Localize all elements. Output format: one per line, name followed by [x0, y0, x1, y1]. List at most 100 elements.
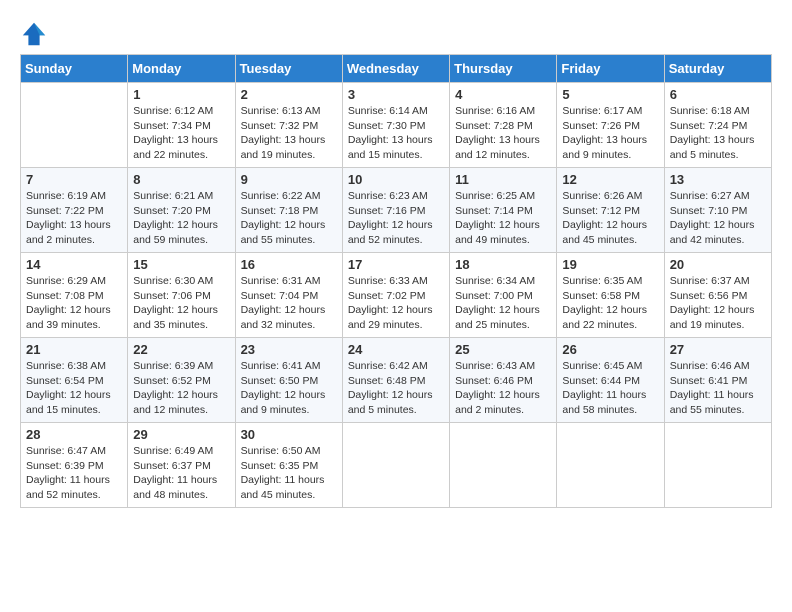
day-number: 10: [348, 172, 444, 187]
day-number: 22: [133, 342, 229, 357]
day-number: 27: [670, 342, 766, 357]
calendar-cell: 1 Sunrise: 6:12 AMSunset: 7:34 PMDaylight…: [128, 83, 235, 168]
day-info: Sunrise: 6:42 AMSunset: 6:48 PMDaylight:…: [348, 359, 444, 418]
day-info: Sunrise: 6:30 AMSunset: 7:06 PMDaylight:…: [133, 274, 229, 333]
header-monday: Monday: [128, 55, 235, 83]
day-number: 1: [133, 87, 229, 102]
calendar-cell: 28 Sunrise: 6:47 AMSunset: 6:39 PMDayligh…: [21, 423, 128, 508]
day-number: 7: [26, 172, 122, 187]
day-number: 24: [348, 342, 444, 357]
day-info: Sunrise: 6:46 AMSunset: 6:41 PMDaylight:…: [670, 359, 766, 418]
header-saturday: Saturday: [664, 55, 771, 83]
calendar-cell: 8Sunrise: 6:21 AMSunset: 7:20 PMDaylight…: [128, 168, 235, 253]
calendar-cell: 20 Sunrise: 6:37 AMSunset: 6:56 PMDayligh…: [664, 253, 771, 338]
day-number: 3: [348, 87, 444, 102]
calendar-cell: 23 Sunrise: 6:41 AMSunset: 6:50 PMDayligh…: [235, 338, 342, 423]
calendar-cell: 24 Sunrise: 6:42 AMSunset: 6:48 PMDayligh…: [342, 338, 449, 423]
day-number: 18: [455, 257, 551, 272]
week-row-1: 7 Sunrise: 6:19 AMSunset: 7:22 PMDaylight…: [21, 168, 772, 253]
day-number: 12: [562, 172, 658, 187]
day-number: 11: [455, 172, 551, 187]
calendar-cell: [664, 423, 771, 508]
calendar-cell: 3 Sunrise: 6:14 AMSunset: 7:30 PMDaylight…: [342, 83, 449, 168]
calendar-cell: 26Sunrise: 6:45 AMSunset: 6:44 PMDayligh…: [557, 338, 664, 423]
day-number: 13: [670, 172, 766, 187]
day-info: Sunrise: 6:43 AMSunset: 6:46 PMDaylight:…: [455, 359, 551, 418]
day-number: 9: [241, 172, 337, 187]
day-number: 29: [133, 427, 229, 442]
header-tuesday: Tuesday: [235, 55, 342, 83]
calendar-cell: [450, 423, 557, 508]
day-number: 23: [241, 342, 337, 357]
day-info: Sunrise: 6:26 AMSunset: 7:12 PMDaylight:…: [562, 189, 658, 248]
day-info: Sunrise: 6:16 AMSunset: 7:28 PMDaylight:…: [455, 104, 551, 163]
day-info: Sunrise: 6:23 AMSunset: 7:16 PMDaylight:…: [348, 189, 444, 248]
logo: [20, 20, 52, 48]
calendar-cell: 5Sunrise: 6:17 AMSunset: 7:26 PMDaylight…: [557, 83, 664, 168]
day-number: 14: [26, 257, 122, 272]
logo-icon: [20, 20, 48, 48]
calendar-cell: 18 Sunrise: 6:34 AMSunset: 7:00 PMDayligh…: [450, 253, 557, 338]
calendar-cell: 21Sunrise: 6:38 AMSunset: 6:54 PMDayligh…: [21, 338, 128, 423]
day-info: Sunrise: 6:12 AMSunset: 7:34 PMDaylight:…: [133, 104, 229, 163]
day-info: Sunrise: 6:41 AMSunset: 6:50 PMDaylight:…: [241, 359, 337, 418]
day-number: 2: [241, 87, 337, 102]
calendar-cell: 25Sunrise: 6:43 AMSunset: 6:46 PMDayligh…: [450, 338, 557, 423]
day-number: 30: [241, 427, 337, 442]
day-number: 6: [670, 87, 766, 102]
calendar-cell: 2 Sunrise: 6:13 AMSunset: 7:32 PMDaylight…: [235, 83, 342, 168]
day-info: Sunrise: 6:33 AMSunset: 7:02 PMDaylight:…: [348, 274, 444, 333]
day-number: 17: [348, 257, 444, 272]
day-info: Sunrise: 6:14 AMSunset: 7:30 PMDaylight:…: [348, 104, 444, 163]
calendar-body: 1 Sunrise: 6:12 AMSunset: 7:34 PMDaylight…: [21, 83, 772, 508]
day-info: Sunrise: 6:39 AMSunset: 6:52 PMDaylight:…: [133, 359, 229, 418]
calendar-cell: 11 Sunrise: 6:25 AMSunset: 7:14 PMDayligh…: [450, 168, 557, 253]
day-info: Sunrise: 6:37 AMSunset: 6:56 PMDaylight:…: [670, 274, 766, 333]
calendar-cell: 4 Sunrise: 6:16 AMSunset: 7:28 PMDaylight…: [450, 83, 557, 168]
day-number: 16: [241, 257, 337, 272]
calendar-header: SundayMondayTuesdayWednesdayThursdayFrid…: [21, 55, 772, 83]
calendar-cell: 10 Sunrise: 6:23 AMSunset: 7:16 PMDayligh…: [342, 168, 449, 253]
calendar-cell: [342, 423, 449, 508]
day-info: Sunrise: 6:18 AMSunset: 7:24 PMDaylight:…: [670, 104, 766, 163]
day-info: Sunrise: 6:49 AMSunset: 6:37 PMDaylight:…: [133, 444, 229, 503]
week-row-2: 14 Sunrise: 6:29 AMSunset: 7:08 PMDayligh…: [21, 253, 772, 338]
calendar-cell: 6 Sunrise: 6:18 AMSunset: 7:24 PMDaylight…: [664, 83, 771, 168]
day-info: Sunrise: 6:31 AMSunset: 7:04 PMDaylight:…: [241, 274, 337, 333]
calendar-cell: 13 Sunrise: 6:27 AMSunset: 7:10 PMDayligh…: [664, 168, 771, 253]
page-header: [20, 20, 772, 48]
calendar-cell: 12 Sunrise: 6:26 AMSunset: 7:12 PMDayligh…: [557, 168, 664, 253]
day-info: Sunrise: 6:25 AMSunset: 7:14 PMDaylight:…: [455, 189, 551, 248]
calendar-cell: 16 Sunrise: 6:31 AMSunset: 7:04 PMDayligh…: [235, 253, 342, 338]
day-info: Sunrise: 6:29 AMSunset: 7:08 PMDaylight:…: [26, 274, 122, 333]
header-wednesday: Wednesday: [342, 55, 449, 83]
header-friday: Friday: [557, 55, 664, 83]
day-info: Sunrise: 6:35 AMSunset: 6:58 PMDaylight:…: [562, 274, 658, 333]
day-info: Sunrise: 6:45 AMSunset: 6:44 PMDaylight:…: [562, 359, 658, 418]
day-info: Sunrise: 6:27 AMSunset: 7:10 PMDaylight:…: [670, 189, 766, 248]
day-info: Sunrise: 6:47 AMSunset: 6:39 PMDaylight:…: [26, 444, 122, 503]
calendar-cell: 22 Sunrise: 6:39 AMSunset: 6:52 PMDayligh…: [128, 338, 235, 423]
calendar-cell: 19Sunrise: 6:35 AMSunset: 6:58 PMDayligh…: [557, 253, 664, 338]
calendar-cell: [557, 423, 664, 508]
day-number: 28: [26, 427, 122, 442]
calendar-cell: 7 Sunrise: 6:19 AMSunset: 7:22 PMDaylight…: [21, 168, 128, 253]
header-row: SundayMondayTuesdayWednesdayThursdayFrid…: [21, 55, 772, 83]
day-info: Sunrise: 6:22 AMSunset: 7:18 PMDaylight:…: [241, 189, 337, 248]
day-number: 8: [133, 172, 229, 187]
day-number: 20: [670, 257, 766, 272]
week-row-4: 28 Sunrise: 6:47 AMSunset: 6:39 PMDayligh…: [21, 423, 772, 508]
day-info: Sunrise: 6:50 AMSunset: 6:35 PMDaylight:…: [241, 444, 337, 503]
header-sunday: Sunday: [21, 55, 128, 83]
day-info: Sunrise: 6:34 AMSunset: 7:00 PMDaylight:…: [455, 274, 551, 333]
calendar-cell: 29 Sunrise: 6:49 AMSunset: 6:37 PMDayligh…: [128, 423, 235, 508]
day-number: 4: [455, 87, 551, 102]
day-info: Sunrise: 6:19 AMSunset: 7:22 PMDaylight:…: [26, 189, 122, 248]
day-info: Sunrise: 6:17 AMSunset: 7:26 PMDaylight:…: [562, 104, 658, 163]
calendar-cell: 14 Sunrise: 6:29 AMSunset: 7:08 PMDayligh…: [21, 253, 128, 338]
week-row-3: 21Sunrise: 6:38 AMSunset: 6:54 PMDayligh…: [21, 338, 772, 423]
calendar-cell: [21, 83, 128, 168]
day-info: Sunrise: 6:13 AMSunset: 7:32 PMDaylight:…: [241, 104, 337, 163]
day-number: 21: [26, 342, 122, 357]
calendar-cell: 9 Sunrise: 6:22 AMSunset: 7:18 PMDaylight…: [235, 168, 342, 253]
